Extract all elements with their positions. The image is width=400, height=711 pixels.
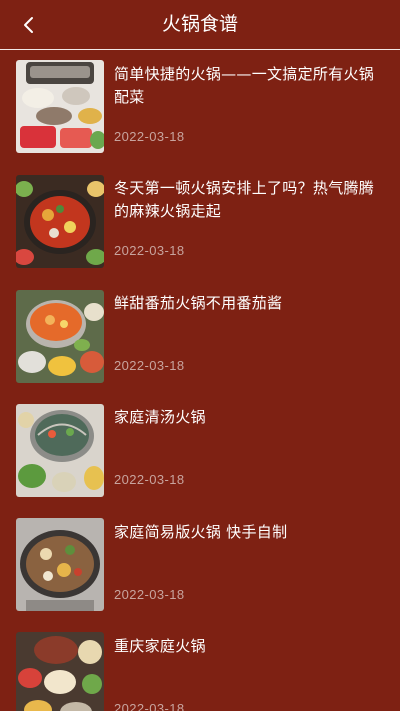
recipe-item[interactable]: 家庭清汤火锅 2022-03-18: [0, 394, 400, 508]
recipe-date: 2022-03-18: [114, 701, 185, 711]
recipe-thumbnail: [16, 404, 104, 497]
recipe-date: 2022-03-18: [114, 358, 185, 373]
recipe-item[interactable]: 家庭简易版火锅 快手自制 2022-03-18: [0, 509, 400, 623]
recipe-title: 重庆家庭火锅: [114, 637, 206, 655]
recipe-title: 鲜甜番茄火锅不用番茄酱: [114, 294, 283, 312]
recipe-item[interactable]: 简单快捷的火锅——一文搞定所有火锅配菜 2022-03-18: [0, 51, 400, 165]
recipe-thumbnail: [16, 60, 104, 153]
recipe-title: 家庭简易版火锅 快手自制: [114, 523, 288, 541]
recipe-date: 2022-03-18: [114, 472, 185, 487]
recipe-title: 冬天第一顿火锅安排上了吗？热气腾腾的麻辣火锅走起: [114, 179, 375, 220]
recipe-title: 简单快捷的火锅——一文搞定所有火锅配菜: [114, 65, 375, 106]
recipe-date: 2022-03-18: [114, 243, 185, 258]
recipe-item[interactable]: 鲜甜番茄火锅不用番茄酱 2022-03-18: [0, 280, 400, 394]
recipe-thumbnail: [16, 175, 104, 268]
recipe-title: 家庭清汤火锅: [114, 408, 206, 426]
recipe-item[interactable]: 冬天第一顿火锅安排上了吗？热气腾腾的麻辣火锅走起 2022-03-18: [0, 165, 400, 279]
recipe-thumbnail: [16, 632, 104, 711]
page-title: 火锅食谱: [161, 13, 238, 35]
recipe-date: 2022-03-18: [114, 129, 185, 144]
app-header: 火锅食谱: [0, 0, 400, 50]
recipe-thumbnail: [16, 290, 104, 383]
recipe-date: 2022-03-18: [114, 587, 185, 602]
recipe-thumbnail: [16, 518, 104, 611]
recipe-item[interactable]: 重庆家庭火锅 2022-03-18: [0, 623, 400, 711]
